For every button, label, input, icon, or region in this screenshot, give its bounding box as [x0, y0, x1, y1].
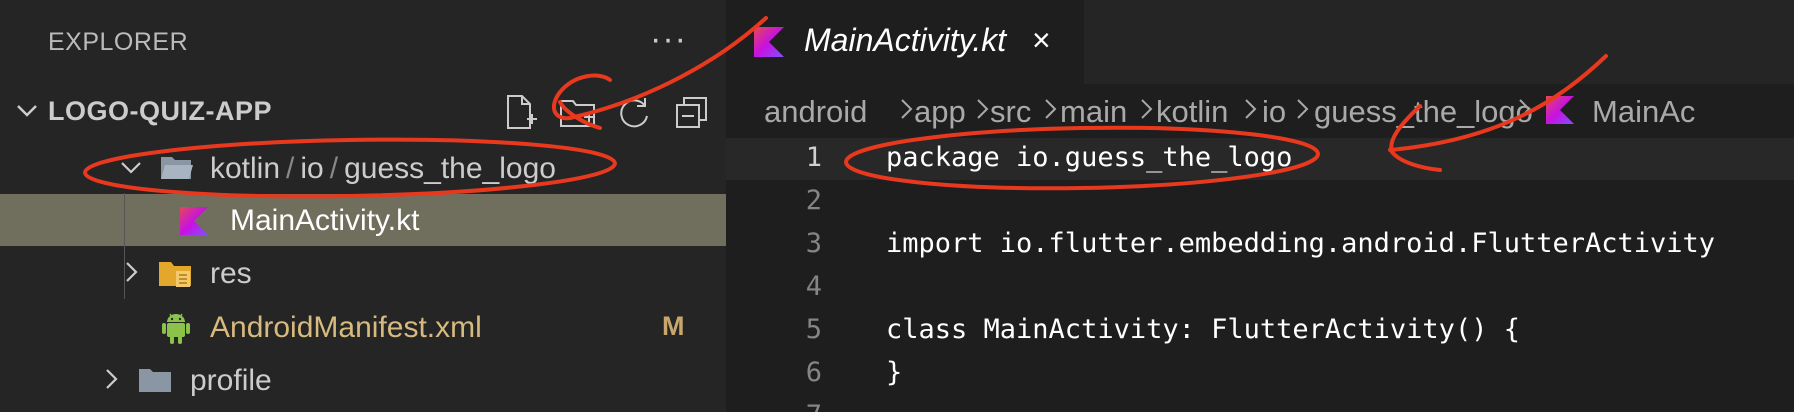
line-number: 7 [726, 400, 822, 412]
breadcrumb-item-io[interactable]: io [1262, 94, 1286, 130]
file-label: MainActivity.kt [230, 204, 420, 237]
chevron-right-icon [126, 262, 138, 282]
line-number: 5 [805, 314, 822, 345]
folder-label: profile [190, 364, 272, 397]
line-text: } [886, 357, 903, 388]
new-file-icon[interactable] [500, 92, 540, 132]
kotlin-icon [754, 27, 784, 57]
line-text: package io.guess_the_logo [886, 142, 1293, 173]
path-separator: / [286, 152, 295, 185]
folder-icon [139, 369, 171, 392]
tree-file-mainactivity[interactable]: MainActivity.kt [0, 194, 726, 246]
tab-bar: MainActivity.kt × [726, 0, 1794, 84]
code-line[interactable]: 2 [726, 181, 1794, 223]
breadcrumb: android app src main kotlin io guess_the… [726, 84, 1794, 138]
path-part-guess-the-logo: guess_the_logo [344, 152, 556, 185]
breadcrumb-item-guess-the-logo[interactable]: guess_the_logo [1314, 94, 1533, 130]
project-name: LOGO-QUIZ-APP [48, 96, 272, 126]
tree-file-androidmanifest[interactable]: AndroidManifest.xml M [0, 301, 726, 353]
breadcrumb-item-src[interactable]: src [990, 94, 1031, 130]
new-folder-icon[interactable] [558, 92, 598, 132]
explorer-header: EXPLORER ··· [0, 0, 726, 84]
collapse-all-icon[interactable] [672, 92, 712, 132]
line-number: 2 [805, 185, 822, 216]
refresh-icon[interactable] [614, 92, 654, 132]
breadcrumb-item-kotlin[interactable]: kotlin [1156, 94, 1228, 130]
android-icon [162, 313, 190, 344]
chevron-right-icon [1141, 99, 1153, 119]
code-line[interactable]: 3 import io.flutter.embedding.android.Fl… [726, 224, 1794, 266]
tree-folder-res[interactable]: res [0, 247, 726, 299]
chevron-right-icon [1245, 99, 1257, 119]
chevron-right-icon [1297, 99, 1309, 119]
modified-badge: M [662, 311, 685, 341]
more-actions-icon[interactable]: ··· [650, 20, 687, 59]
chevron-right-icon [106, 369, 118, 389]
editor-area: MainActivity.kt × android app src main k… [726, 0, 1794, 412]
line-number: 4 [805, 271, 822, 302]
breadcrumb-item-main[interactable]: main [1060, 94, 1127, 130]
chevron-right-icon [1519, 99, 1531, 119]
folder-path-label: kotlin / io / guess_the_logo [210, 152, 556, 186]
line-text: import io.flutter.embedding.android.Flut… [886, 228, 1716, 259]
breadcrumb-item-app[interactable]: app [914, 94, 966, 130]
chevron-down-icon [121, 162, 141, 174]
project-header[interactable]: LOGO-QUIZ-APP [0, 84, 726, 138]
close-icon[interactable]: × [1032, 22, 1051, 59]
explorer-sidebar: EXPLORER ··· LOGO-QUIZ-APP kotlin / io /… [0, 0, 726, 412]
file-label: AndroidManifest.xml [210, 311, 482, 344]
code-line[interactable]: 1 package io.guess_the_logo [726, 138, 1794, 180]
path-part-io: io [300, 152, 324, 185]
chevron-down-icon [17, 105, 37, 117]
explorer-title: EXPLORER [48, 28, 189, 56]
folder-label: res [210, 257, 252, 290]
chevron-right-icon [1045, 99, 1057, 119]
path-part-kotlin: kotlin [210, 152, 281, 185]
kotlin-icon [180, 207, 208, 235]
code-line[interactable]: 4 [726, 267, 1794, 309]
line-text: class MainActivity: FlutterActivity() { [886, 314, 1520, 345]
kotlin-icon [1546, 96, 1574, 124]
tab-label: MainActivity.kt [804, 22, 1007, 58]
tab-mainactivity[interactable]: MainActivity.kt × [726, 0, 1084, 84]
code-line[interactable]: 5 class MainActivity: FlutterActivity() … [726, 310, 1794, 352]
code-line[interactable]: 6 } [726, 353, 1794, 395]
breadcrumb-item-android[interactable]: android [764, 94, 867, 130]
code-line[interactable]: 7 [726, 396, 1794, 412]
tree-folder-kotlin-io-guess-the-logo[interactable]: kotlin / io / guess_the_logo [0, 142, 726, 194]
path-separator: / [329, 152, 339, 185]
tree-folder-profile[interactable]: profile [0, 354, 726, 406]
line-number: 6 [805, 357, 822, 388]
line-number: 3 [805, 228, 822, 259]
line-number: 1 [805, 142, 822, 173]
folder-open-icon [161, 157, 193, 179]
res-folder-icon [159, 262, 191, 287]
breadcrumb-item-mainactivity[interactable]: MainAc [1592, 94, 1695, 130]
